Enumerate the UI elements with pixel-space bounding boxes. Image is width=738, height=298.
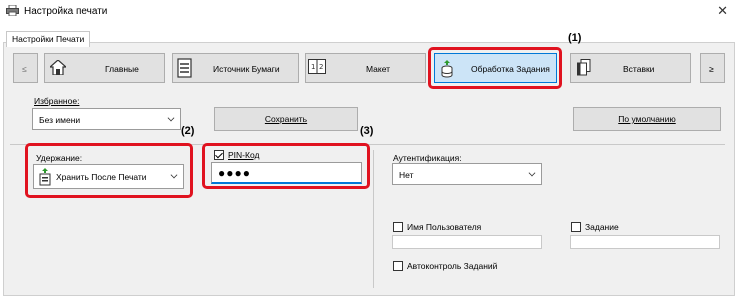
paper-tray-icon	[177, 58, 192, 78]
nav-inserts-button[interactable]: Вставки	[570, 53, 691, 83]
nav-layout-label: Макет	[366, 64, 391, 74]
job-input[interactable]	[570, 235, 720, 249]
nav-main-label: Главные	[105, 64, 139, 74]
svg-text:1: 1	[311, 63, 315, 71]
nav-paper-source-button[interactable]: Источник Бумаги	[172, 53, 299, 83]
job-label: Задание	[585, 222, 619, 232]
nav-inserts-label: Вставки	[623, 64, 655, 74]
auth-label: Аутентификация:	[393, 153, 462, 163]
close-icon[interactable]: ✕	[717, 3, 728, 19]
save-button-label: Сохранить	[264, 114, 308, 124]
home-icon	[50, 60, 66, 75]
svg-text:2: 2	[319, 63, 323, 71]
chevron-down-icon	[167, 114, 175, 122]
job-checkbox[interactable]	[571, 222, 581, 232]
layout-icon: 1 2	[308, 59, 326, 74]
tab-strip: Настройки Печати	[0, 22, 738, 47]
nav-layout-button[interactable]: 1 2 Макет	[305, 53, 426, 83]
username-input[interactable]	[392, 235, 542, 249]
username-label: Имя Пользователя	[407, 222, 482, 232]
favorites-select[interactable]: Без имени	[32, 108, 181, 130]
favorites-value: Без имени	[39, 115, 81, 125]
favorites-label: Избранное:	[34, 96, 80, 106]
default-button[interactable]: По умолчанию	[573, 107, 721, 131]
nav-main-button[interactable]: Главные	[44, 53, 165, 83]
highlight-job-handling	[428, 47, 562, 89]
callout-1: (1)	[568, 32, 582, 44]
callout-3: (3)	[360, 125, 374, 137]
printer-icon	[6, 5, 19, 16]
nav-next-button[interactable]: ≥	[700, 53, 725, 83]
inserts-icon	[577, 59, 591, 76]
chevron-down-icon	[528, 169, 536, 177]
highlight-pin	[202, 143, 370, 189]
save-button[interactable]: Сохранить	[214, 107, 358, 131]
autocontrol-label: Автоконтроль Заданий	[407, 261, 498, 271]
auth-value: Нет	[399, 170, 414, 180]
callout-2: (2)	[181, 125, 195, 137]
nav-prev-button[interactable]: ≤	[13, 53, 38, 83]
nav-next-label: ≥	[709, 64, 714, 74]
username-checkbox[interactable]	[393, 222, 403, 232]
tab-print-settings[interactable]: Настройки Печати	[6, 31, 91, 47]
title-bar: Настройка печати ✕	[0, 0, 738, 22]
default-button-label: По умолчанию	[618, 114, 676, 124]
nav-prev-label: ≤	[22, 64, 27, 74]
auth-select[interactable]: Нет	[392, 163, 542, 185]
vertical-divider	[373, 150, 374, 288]
nav-paper-source-label: Источник Бумаги	[213, 64, 280, 74]
autocontrol-checkbox[interactable]	[393, 261, 403, 271]
window-title: Настройка печати	[24, 6, 108, 17]
highlight-retention	[25, 143, 193, 198]
